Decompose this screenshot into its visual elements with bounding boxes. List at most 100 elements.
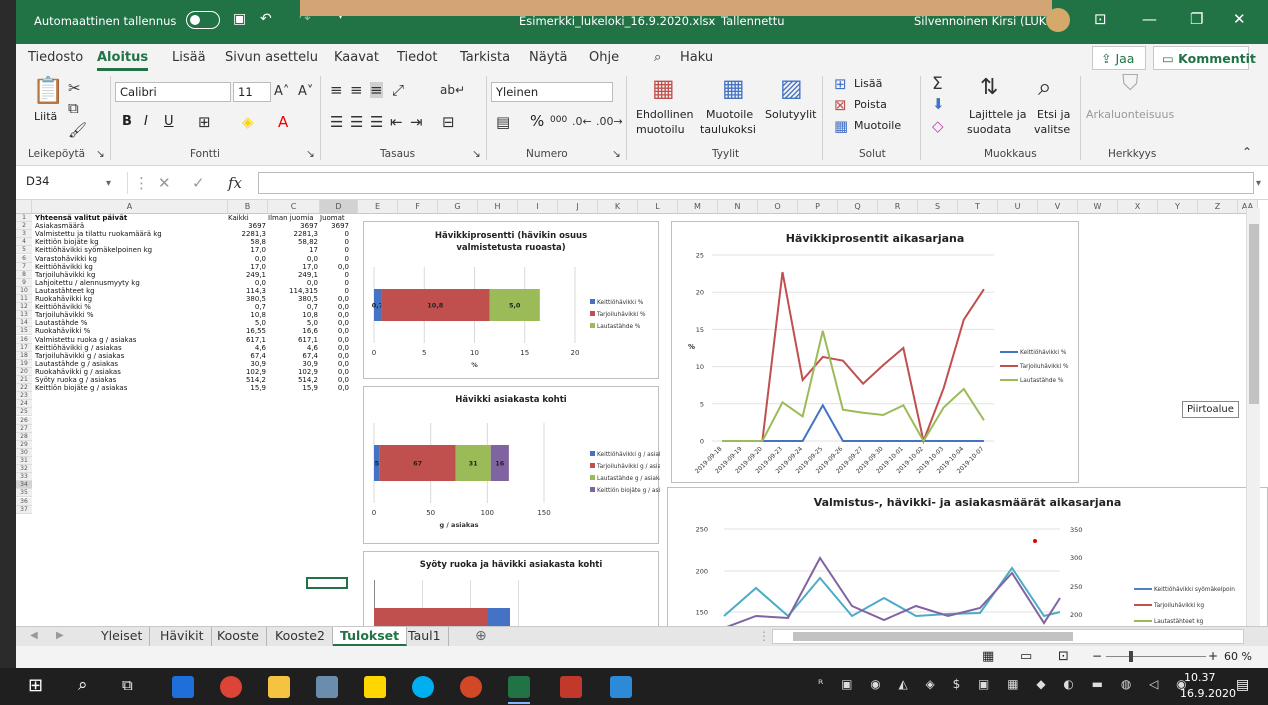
column-header-x[interactable]: X [1118,200,1158,214]
cell[interactable]: 0,0 [255,279,266,287]
sort-filter-icon[interactable]: ⇅ [980,76,998,100]
row-header-4[interactable]: 4 [16,238,32,247]
cell[interactable]: Keittiöhävikki syömäkelpoinen kg [35,246,152,254]
edge-icon[interactable] [172,676,194,698]
cell[interactable]: Ruokahävikki g / asiakas [35,368,121,376]
share-button[interactable]: ⇪ Jaa [1092,46,1146,70]
cell[interactable]: Lautastähde g / asiakas [35,360,118,368]
bold-button[interactable]: B [122,114,132,129]
cell[interactable]: Tarjoiluhävikki g / asiakas [35,352,124,360]
column-header-p[interactable]: P [798,200,838,214]
row-header-36[interactable]: 36 [16,497,32,506]
cell[interactable]: 17 [309,246,318,254]
tab-tulokset[interactable]: Tulokset [333,627,408,646]
sticky-notes-icon[interactable] [364,676,386,698]
cell[interactable]: Valmistettu ja tilattu ruokamäärä kg [35,230,162,238]
fill-icon[interactable]: ⬇ [932,96,945,112]
align-right-icon[interactable]: ☰ [370,114,383,130]
row-header-31[interactable]: 31 [16,457,32,466]
cell[interactable]: Keittiöhävikki kg [35,263,93,271]
collapse-ribbon-icon[interactable]: ⌃ [1242,144,1252,160]
cell[interactable]: 15,9 [250,384,266,392]
cell[interactable]: 114,315 [289,287,318,295]
sort-filter-label-2[interactable]: suodata [967,123,1011,136]
cell[interactable]: 617,1 [246,336,266,344]
enter-icon[interactable]: ✓ [192,175,205,191]
column-header-b[interactable]: B [228,200,268,214]
notifications-icon[interactable]: ▤ [1236,677,1249,693]
cell[interactable]: 30,9 [250,360,266,368]
wrap-text-icon[interactable]: ab↵ [440,82,465,98]
row-header-28[interactable]: 28 [16,432,32,441]
format-table-icon[interactable]: ▦ [722,76,745,100]
column-header-o[interactable]: O [758,200,798,214]
number-launcher-icon[interactable]: ↘ [612,148,621,160]
chart-eaten-food[interactable]: Syöty ruoka ja hävikki asiakasta kohti [363,551,659,626]
cell[interactable]: 0 [345,230,349,238]
column-header-c[interactable]: C [268,200,320,214]
cell[interactable]: 4,6 [307,344,318,352]
column-header-g[interactable]: G [438,200,478,214]
row-header-18[interactable]: 18 [16,351,32,360]
next-sheet-icon[interactable]: ▶ [56,630,64,641]
cell[interactable]: 617,1 [298,336,318,344]
cell[interactable]: Kaikki [228,214,249,222]
cell[interactable]: Lautastähteet kg [35,287,95,295]
menu-file[interactable]: Tiedosto [28,50,83,65]
cell[interactable]: 2281,3 [294,230,319,238]
copy-icon[interactable]: ⧉ [68,100,79,116]
cell[interactable]: Valmistettu ruoka g / asiakas [35,336,136,344]
row-header-25[interactable]: 25 [16,408,32,417]
increase-decimal-icon[interactable]: .0← [572,114,592,130]
menu-view[interactable]: Näytä [529,50,567,65]
cell[interactable]: 0 [345,279,349,287]
hscrollbar-thumb[interactable] [793,632,1073,641]
start-icon[interactable]: ⊞ [28,675,43,696]
insert-cells-label[interactable]: Lisää [854,77,882,90]
photos-icon[interactable] [610,676,632,698]
row-header-5[interactable]: 5 [16,246,32,255]
underline-button[interactable]: U [164,114,174,129]
autosum-icon[interactable]: Σ [932,76,943,93]
zoom-slider-thumb[interactable] [1129,651,1133,662]
cell[interactable]: 0,7 [307,303,318,311]
cell[interactable]: 3697 [300,222,318,230]
cell[interactable]: 0,0 [338,263,349,271]
cell[interactable]: Lautastähde % [35,319,87,327]
row-header-6[interactable]: 6 [16,254,32,263]
cell[interactable]: 0,0 [338,360,349,368]
cell[interactable]: 4,6 [255,344,266,352]
cell[interactable]: 58,8 [250,238,266,246]
column-header-f[interactable]: F [398,200,438,214]
cell[interactable]: 380,5 [298,295,318,303]
add-sheet-icon[interactable]: ⊕ [475,628,487,644]
name-box-dropdown-icon[interactable]: ▾ [106,176,111,192]
column-header-w[interactable]: W [1078,200,1118,214]
cell[interactable]: 514,2 [298,376,318,384]
cell[interactable]: 0,0 [338,384,349,392]
cell[interactable]: 380,5 [246,295,266,303]
tab-kooste[interactable]: Kooste [210,627,267,646]
insert-function-icon[interactable]: fx [228,175,242,191]
selected-cell-d34[interactable] [306,577,348,589]
format-cells-label[interactable]: Muotoile [854,119,901,132]
conditional-format-label-1[interactable]: Ehdollinen [636,108,694,121]
cell[interactable]: Ruokahävikki % [35,327,90,335]
column-header-n[interactable]: N [718,200,758,214]
menu-review[interactable]: Tarkista [460,50,510,65]
cell[interactable]: Ruokahävikki kg [35,295,92,303]
vertical-scrollbar[interactable] [1246,208,1260,626]
row-header-13[interactable]: 13 [16,311,32,320]
cell[interactable]: Tarjoiluhävikki % [35,311,94,319]
cell[interactable]: 0,0 [338,311,349,319]
insert-cells-icon[interactable]: ⊞ [834,76,847,92]
accounting-format-icon[interactable]: ▤ [496,114,510,130]
menu-home[interactable]: Aloitus [97,50,149,71]
cell[interactable]: 67,4 [302,352,318,360]
search-icon[interactable]: ⌕ [654,50,661,65]
clock-date[interactable]: 16.9.2020 [1180,687,1236,700]
chart-waste-timeseries[interactable]: Hävikkiprosentit aikasarjana 0 5 10 15 20 25%… [671,221,1079,483]
sort-filter-label-1[interactable]: Lajittele ja [969,108,1027,121]
cut-icon[interactable]: ✂ [68,80,81,96]
tabs-splitter-icon[interactable]: ⋮ [758,629,770,643]
